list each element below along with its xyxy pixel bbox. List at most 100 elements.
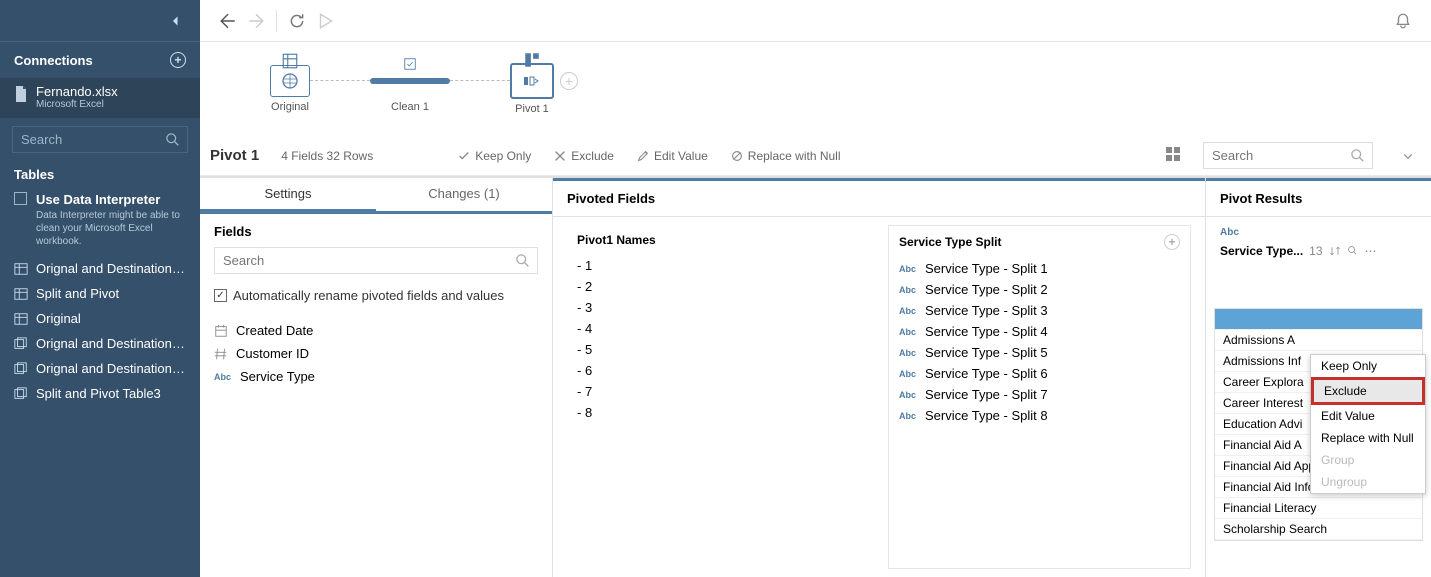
results-search-input[interactable] [1203, 142, 1373, 169]
result-value-item[interactable]: Scholarship Search [1215, 519, 1422, 540]
ctx-keep-only[interactable]: Keep Only [1311, 355, 1425, 377]
back-button[interactable] [214, 7, 242, 35]
flow-node-clean[interactable]: Clean 1 [370, 65, 450, 113]
add-step-button[interactable]: + [560, 72, 578, 90]
fields-header: Fields [200, 211, 552, 247]
connections-header: Connections + [0, 42, 200, 78]
flow-node-pivot[interactable]: Pivot 1 [510, 63, 554, 115]
search-icon [516, 254, 530, 268]
split-item[interactable]: AbcService Type - Split 4 [889, 321, 1190, 342]
data-interpreter-checkbox[interactable] [14, 192, 27, 205]
flow-link [310, 80, 370, 81]
table-item[interactable]: Orignal and Destination ... [0, 331, 200, 356]
pivot-name-item[interactable]: - 2 [567, 276, 868, 297]
abc-icon: Abc [899, 264, 919, 274]
field-type-label: Abc [1214, 225, 1423, 240]
tables-icon [14, 337, 28, 351]
topbar [200, 0, 1431, 42]
ctx-exclude[interactable]: Exclude [1311, 377, 1425, 405]
forward-button[interactable] [242, 7, 270, 35]
table-item[interactable]: Orignal and Destination ... [0, 356, 200, 381]
connection-filetype: Microsoft Excel [36, 99, 186, 110]
split-item[interactable]: AbcService Type - Split 1 [889, 258, 1190, 279]
pivot-name-item[interactable]: - 8 [567, 402, 868, 423]
auto-rename-checkbox[interactable] [214, 289, 227, 302]
view-toggle-button[interactable] [1165, 146, 1181, 165]
pencil-icon [636, 149, 650, 163]
abc-icon: Abc [899, 285, 919, 295]
notifications-button[interactable] [1389, 7, 1417, 35]
add-connection-button[interactable]: + [170, 52, 186, 68]
pivot-name-item[interactable]: - 3 [567, 297, 868, 318]
pivot-name-item[interactable]: - 4 [567, 318, 868, 339]
result-field-row[interactable]: Service Type... 13 ⋯ [1214, 240, 1423, 268]
sort-icon[interactable] [1329, 245, 1341, 257]
step-title: Pivot 1 [210, 147, 259, 164]
node-label: Pivot 1 [515, 103, 549, 115]
split-item[interactable]: AbcService Type - Split 2 [889, 279, 1190, 300]
split-item[interactable]: AbcService Type - Split 7 [889, 384, 1190, 405]
abc-icon: Abc [899, 327, 919, 337]
pivot-name-item[interactable]: - 5 [567, 339, 868, 360]
pivot-icon [523, 72, 541, 90]
field-item[interactable]: Customer ID [200, 342, 552, 365]
sidebar-search-input[interactable] [12, 126, 188, 153]
sidebar: Connections + Fernando.xlsx Microsoft Ex… [0, 0, 200, 577]
null-icon [730, 149, 744, 163]
split-item[interactable]: AbcService Type - Split 8 [889, 405, 1190, 426]
replace-null-action[interactable]: Replace with Null [730, 149, 841, 163]
data-interpreter-desc: Data Interpreter might be able to clean … [36, 209, 186, 248]
result-value-item[interactable]: Financial Literacy [1215, 498, 1422, 519]
result-field-name: Service Type... [1220, 244, 1303, 258]
arrow-left-icon [219, 12, 237, 30]
x-icon [553, 149, 567, 163]
node-label: Clean 1 [391, 101, 429, 113]
search-icon[interactable] [1347, 245, 1359, 257]
fields-search-input[interactable] [214, 247, 538, 274]
ctx-edit-value[interactable]: Edit Value [1311, 405, 1425, 427]
lower-area: Settings Changes (1) Fields Automaticall… [200, 176, 1431, 577]
split-item[interactable]: AbcService Type - Split 6 [889, 363, 1190, 384]
abc-icon: Abc [899, 306, 919, 316]
sidebar-collapse-button[interactable] [0, 0, 200, 42]
split-item[interactable]: AbcService Type - Split 3 [889, 300, 1190, 321]
service-type-split-column: Service Type Split + AbcService Type - S… [888, 225, 1191, 569]
refresh-button[interactable] [283, 7, 311, 35]
flow-link [450, 80, 510, 81]
ctx-group: Group [1311, 449, 1425, 471]
connection-item[interactable]: Fernando.xlsx Microsoft Excel [0, 78, 200, 118]
abc-icon: Abc [214, 372, 232, 382]
more-button[interactable]: ⋯ [1365, 244, 1377, 258]
field-item[interactable]: Created Date [200, 319, 552, 342]
abc-icon: Abc [899, 348, 919, 358]
exclude-action[interactable]: Exclude [553, 149, 614, 163]
table-item[interactable]: Split and Pivot [0, 281, 200, 306]
separator [276, 10, 277, 32]
split-item[interactable]: AbcService Type - Split 5 [889, 342, 1190, 363]
pivot-name-item[interactable]: - 7 [567, 381, 868, 402]
table-item[interactable]: Original [0, 306, 200, 331]
table-item[interactable]: Split and Pivot Table3 [0, 381, 200, 406]
add-split-button[interactable]: + [1164, 234, 1180, 250]
tab-changes[interactable]: Changes (1) [376, 178, 552, 211]
pivoted-header: Pivoted Fields [553, 178, 1205, 217]
pivot-name-item[interactable]: - 1 [567, 255, 868, 276]
main-area: Original Clean 1 Pivot 1 + Pivot 1 4 Fie… [200, 0, 1431, 577]
result-value-item[interactable]: Admissions A [1215, 330, 1422, 351]
pivot-names-header: Pivot1 Names [577, 233, 656, 247]
flow-canvas[interactable]: Original Clean 1 Pivot 1 + [200, 42, 1431, 136]
flow-node-original[interactable]: Original [270, 65, 310, 113]
tab-settings[interactable]: Settings [200, 178, 376, 211]
table-item[interactable]: Orignal and Destination ... [0, 256, 200, 281]
keep-only-action[interactable]: Keep Only [457, 149, 531, 163]
expand-button[interactable] [1395, 143, 1421, 169]
result-value-item[interactable] [1215, 309, 1422, 330]
field-item[interactable]: AbcService Type [200, 365, 552, 388]
run-button[interactable] [311, 7, 339, 35]
edit-value-action[interactable]: Edit Value [636, 149, 708, 163]
tables-icon [14, 362, 28, 376]
use-data-interpreter[interactable]: Use Data Interpreter Data Interpreter mi… [0, 188, 200, 256]
ctx-replace-null[interactable]: Replace with Null [1311, 427, 1425, 449]
auto-rename-row[interactable]: Automatically rename pivoted fields and … [200, 284, 552, 311]
pivot-name-item[interactable]: - 6 [567, 360, 868, 381]
